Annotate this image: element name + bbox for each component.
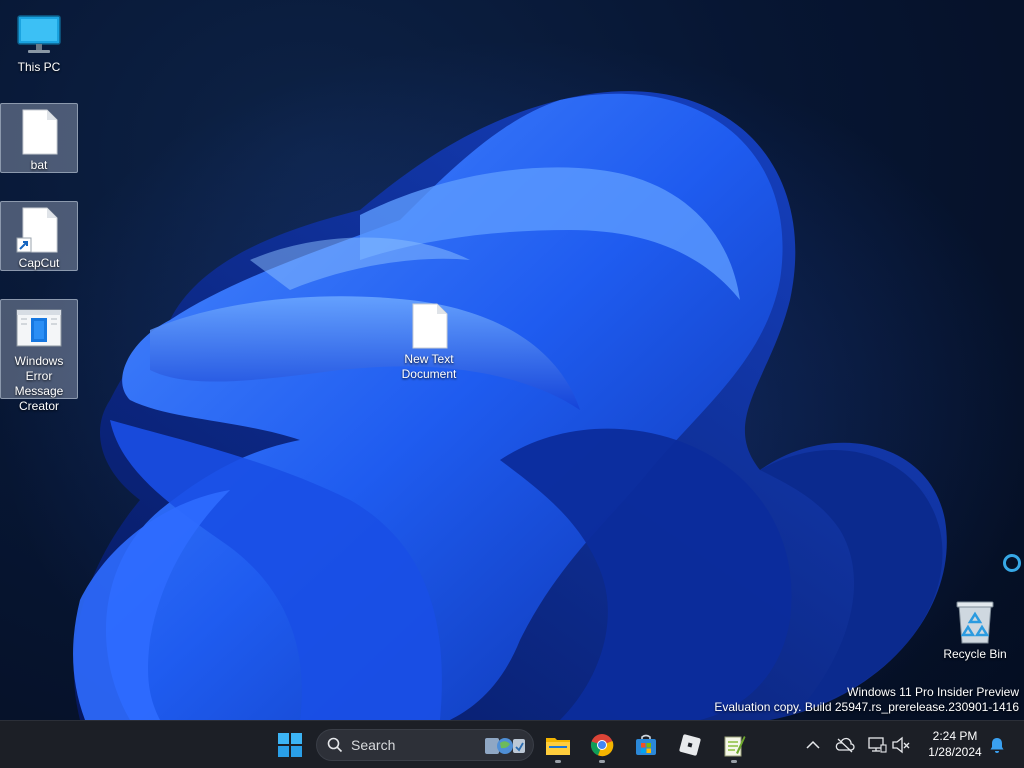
windows-logo-icon <box>278 733 302 757</box>
wallpaper-bloom <box>0 40 1024 720</box>
monitor-icon <box>15 10 63 58</box>
volume-muted-icon <box>892 736 910 754</box>
taskbar-app-microsoft-store[interactable] <box>626 725 666 765</box>
chrome-icon <box>590 734 614 757</box>
notepad-plus-icon <box>724 736 746 757</box>
taskbar-search-box[interactable]: Search <box>316 729 534 761</box>
taskbar-app-file-explorer[interactable] <box>538 725 578 765</box>
store-icon <box>636 734 656 755</box>
desktop-icon-label: bat <box>30 158 48 172</box>
taskbar-app-roblox[interactable] <box>670 725 710 765</box>
recycle-bin-icon <box>951 597 999 645</box>
notification-bell-icon <box>990 738 1004 753</box>
roblox-icon <box>679 734 701 756</box>
chevron-up-icon <box>806 740 820 749</box>
volume-tray-button[interactable] <box>889 733 913 757</box>
network-icon <box>868 737 887 753</box>
running-indicator <box>599 760 605 763</box>
desktop-icon-recycle-bin[interactable]: Recycle Bin <box>936 593 1014 663</box>
desktop-icon-capcut[interactable]: CapCut <box>0 201 78 271</box>
shortcut-file-icon <box>15 206 63 254</box>
onedrive-tray-button[interactable] <box>833 733 857 757</box>
watermark-line-2: Evaluation copy. Build 25947.rs_prerelea… <box>714 700 1019 714</box>
start-button[interactable] <box>270 725 310 765</box>
desktop-icon-label: Recycle Bin <box>943 647 1007 661</box>
taskbar-clock[interactable]: 2:24 PM 1/28/2024 <box>920 728 990 760</box>
clock-time: 2:24 PM <box>932 729 978 743</box>
taskbar: Search 2:24 PM 1/28/2024 <box>0 720 1024 768</box>
cloud-offline-icon <box>835 737 855 753</box>
network-tray-button[interactable] <box>865 733 889 757</box>
search-highlight-icon <box>485 738 525 754</box>
watermark-line-1: Windows 11 Pro Insider Preview <box>847 685 1019 699</box>
desktop-icon-bat[interactable]: bat <box>0 103 78 173</box>
desktop-icon-label: This PC <box>17 60 61 74</box>
desktop-icon-label: CapCut <box>18 256 60 270</box>
search-icon <box>327 737 343 753</box>
desktop-icon-new-text-document[interactable]: New Text Document <box>390 298 468 384</box>
folder-icon <box>546 738 570 755</box>
clock-date: 1/28/2024 <box>928 745 982 759</box>
app-window-icon <box>15 304 63 352</box>
running-indicator <box>731 760 737 763</box>
taskbar-app-notepad-plus-plus[interactable] <box>714 725 754 765</box>
text-file-icon <box>405 302 453 350</box>
desktop-icon-label: Windows Error Message Creator <box>14 354 64 413</box>
desktop-icon-this-pc[interactable]: This PC <box>0 6 78 74</box>
show-hidden-icons-chevron[interactable] <box>801 733 825 757</box>
loading-ring-icon <box>1003 554 1021 572</box>
evaluation-watermark: Windows 11 Pro Insider Preview Evaluatio… <box>714 685 1019 715</box>
running-indicator <box>555 760 561 763</box>
desktop-icon-label: New Text Document <box>401 352 457 381</box>
desktop-icon-windows-error-message-creator[interactable]: Windows Error Message Creator <box>0 299 78 413</box>
search-placeholder: Search <box>351 737 396 753</box>
blank-file-icon <box>15 108 63 156</box>
taskbar-app-google-chrome[interactable] <box>582 725 622 765</box>
notification-center-button[interactable] <box>985 733 1009 757</box>
